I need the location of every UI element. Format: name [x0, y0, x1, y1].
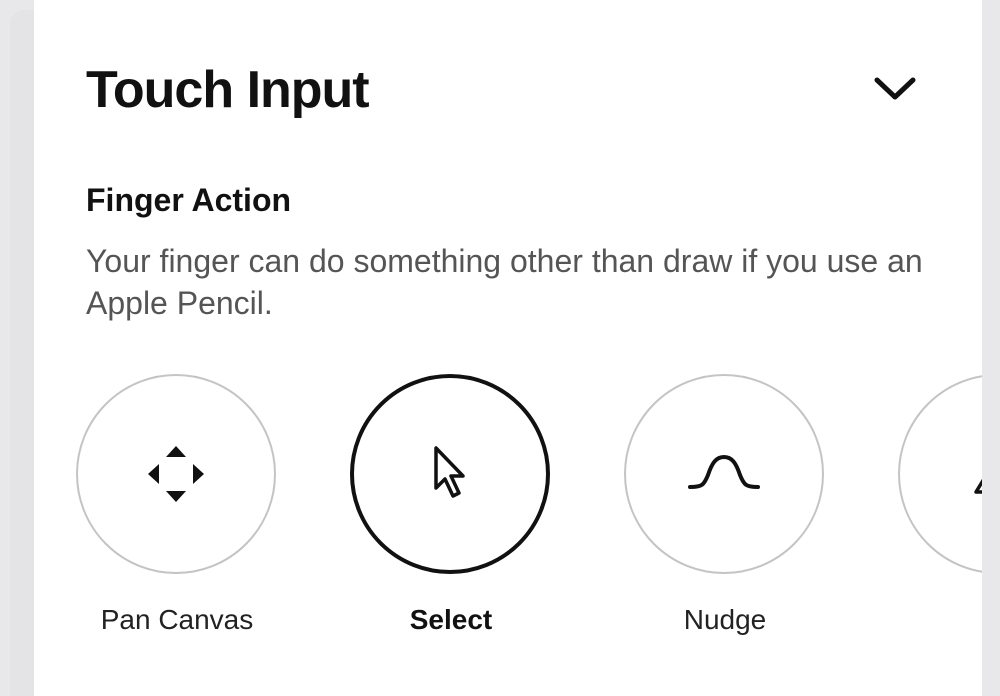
option-select[interactable]: Select [346, 374, 556, 654]
finger-action-description: Your finger can do something other than … [86, 243, 923, 321]
option-nudge[interactable]: Nudge [620, 374, 830, 654]
finger-action-options: Pan Canvas Select Nudge [34, 374, 982, 674]
option-label: Select [409, 604, 493, 635]
option-label: Pan Canvas [100, 604, 254, 635]
adjacent-panel-edge [10, 10, 34, 696]
option-circle [624, 374, 824, 574]
finger-action-heading: Finger Action [86, 182, 292, 218]
triangle-icon [974, 478, 982, 494]
collapse-button[interactable] [870, 68, 920, 108]
option-partial[interactable]: S [894, 374, 982, 654]
option-pan-canvas[interactable]: Pan Canvas [72, 374, 282, 654]
touch-input-panel: Touch Input Finger Action Your finger ca… [34, 0, 982, 696]
move-arrows-icon [148, 446, 204, 502]
cursor-arrow-icon [434, 446, 465, 498]
option-circle [898, 374, 982, 574]
option-circle [350, 374, 550, 574]
option-label: S [894, 602, 982, 638]
option-label: Nudge [683, 604, 767, 635]
wave-icon [688, 454, 760, 489]
chevron-down-icon [874, 77, 916, 100]
scroll-edge [982, 0, 1000, 696]
option-circle [76, 374, 276, 574]
panel-title: Touch Input [86, 61, 370, 119]
